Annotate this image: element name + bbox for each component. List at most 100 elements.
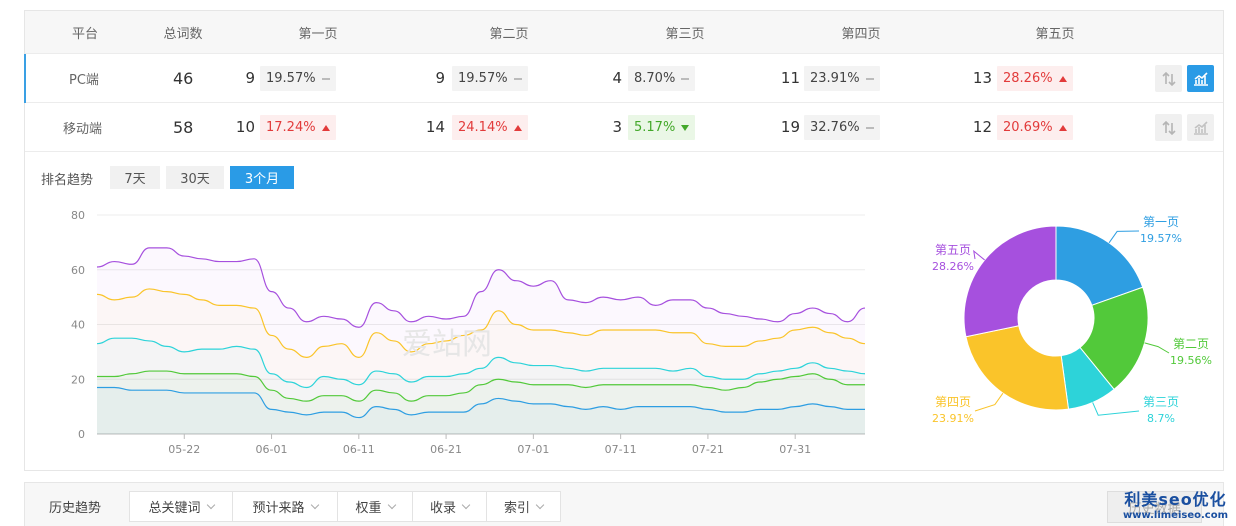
header-page2: 第二页 [489, 26, 529, 42]
chevron-down-icon [461, 500, 471, 509]
header-platform: 平台 [71, 26, 98, 42]
tab-label: 总关键词 [148, 501, 201, 516]
page2-pct-badge: 24.14% [452, 115, 528, 140]
slice-value-label: 23.91% [932, 412, 974, 425]
total-count: 46 [173, 68, 194, 88]
page2-count: 14 [425, 118, 445, 136]
x-tick-label: 07-01 [517, 443, 549, 456]
history-bar: 历史趋势 总关键词 预计来路 权重 收录 索引 历史数据 [24, 482, 1224, 526]
history-tab-total-keywords[interactable]: 总关键词 [129, 491, 233, 522]
page4-count: 19 [780, 118, 800, 136]
page1-pct-badge: 19.57% [260, 66, 336, 91]
page3-pct-badge: 5.17% [628, 115, 696, 140]
page4-pct-badge: 32.76% [804, 115, 880, 140]
page3-pct: 5.17% [634, 120, 676, 135]
slice-name-label: 第三页 [1143, 395, 1179, 409]
slice-value-label: 28.26% [932, 260, 974, 273]
history-title: 历史趋势 [49, 501, 102, 516]
chevron-down-icon [206, 500, 215, 509]
donut-slice-3 [965, 325, 1070, 411]
sort-toggle-button[interactable] [1155, 114, 1182, 141]
x-tick-label: 05-22 [168, 443, 200, 456]
header-page1: 第一页 [298, 26, 338, 42]
page5-count: 12 [972, 118, 992, 136]
slice-name-label: 第一页 [1143, 215, 1179, 229]
sort-arrows-icon [1161, 120, 1176, 135]
page4-pct: 23.91% [810, 71, 860, 86]
y-tick-label: 80 [71, 209, 85, 222]
x-tick-label: 06-01 [256, 443, 288, 456]
page3-pct: 8.70% [634, 71, 676, 86]
y-tick-label: 0 [78, 428, 85, 441]
page1-count: 10 [235, 118, 255, 136]
label-leader-line [1144, 342, 1170, 354]
trend-chart-button[interactable] [1187, 114, 1214, 141]
flat-dash-icon [681, 77, 690, 80]
table-header-row: 平台 总词数 第一页 第二页 第三页 第四页 第五页 [25, 11, 1223, 54]
history-tab-index[interactable]: 索引 [486, 491, 561, 522]
trend-up-icon [513, 124, 522, 131]
tab-label: 预计来路 [252, 501, 305, 516]
slice-name-label: 第五页 [935, 243, 971, 257]
flat-dash-icon [865, 126, 874, 129]
flat-dash-icon [513, 77, 522, 80]
slice-value-label: 19.56% [1170, 354, 1212, 367]
page1-pct-badge: 17.24% [260, 115, 336, 140]
platform-label: 移动端 [63, 121, 103, 137]
trend-chart-button[interactable] [1187, 65, 1214, 92]
label-leader-line [974, 392, 1004, 412]
rank-trend-line-chart: 0 20 40 60 80 05-22 06-01 06-11 06-21 07-01 07-11 0… [71, 209, 866, 456]
sort-toggle-button[interactable] [1155, 65, 1182, 92]
page2-pct: 24.14% [458, 120, 508, 135]
y-tick-label: 40 [71, 319, 85, 332]
page5-pct-badge: 20.69% [997, 115, 1073, 140]
page5-pct: 20.69% [1003, 120, 1053, 135]
page3-count: 3 [612, 118, 622, 136]
page5-count: 13 [972, 69, 992, 87]
range-tab-7d[interactable]: 7天 [110, 166, 160, 189]
page-distribution-donut-chart: 第一页 19.57% 第二页 19.56% 第三页 8.7% 第四页 23.91% 第五页 28.… [932, 215, 1212, 425]
history-tab-traffic[interactable]: 预计来路 [232, 491, 338, 522]
page2-count: 9 [435, 69, 445, 87]
label-leader-line [1108, 230, 1140, 244]
total-count: 58 [173, 117, 194, 137]
range-tab-3m[interactable]: 3个月 [230, 166, 294, 189]
line-chart-icon [1193, 120, 1208, 135]
page1-pct: 17.24% [266, 120, 316, 135]
header-page3: 第三页 [665, 26, 705, 42]
x-tick-label: 06-11 [343, 443, 375, 456]
label-leader-line [973, 249, 985, 261]
page4-pct: 32.76% [810, 120, 860, 135]
page2-pct: 19.57% [458, 71, 508, 86]
trend-up-icon [321, 124, 330, 131]
trend-down-icon [681, 124, 690, 131]
x-tick-label: 07-21 [692, 443, 724, 456]
slice-name-label: 第四页 [935, 395, 971, 409]
page1-count: 9 [245, 69, 255, 87]
y-tick-label: 20 [71, 373, 85, 386]
chevron-down-icon [310, 500, 319, 509]
slice-name-label: 第二页 [1173, 337, 1209, 351]
history-tab-indexed[interactable]: 收录 [412, 491, 487, 522]
page4-pct-badge: 23.91% [804, 66, 880, 91]
slice-value-label: 19.57% [1140, 232, 1182, 245]
watermark: 爱站网 [402, 327, 492, 362]
history-tab-weight[interactable]: 权重 [337, 491, 413, 522]
page2-pct-badge: 19.57% [452, 66, 528, 91]
range-tab-30d[interactable]: 30天 [166, 166, 224, 189]
platform-label: PC端 [69, 72, 99, 88]
flat-dash-icon [321, 77, 330, 80]
line-chart-icon [1193, 71, 1208, 86]
trend-up-icon [1058, 75, 1067, 82]
header-total: 总词数 [163, 26, 203, 42]
brand-name: 利美seo优化 [1124, 490, 1227, 509]
page1-pct: 19.57% [266, 71, 316, 86]
table-row-pc: PC端 46 9 19.57% 9 19.57% 4 8.70% 11 23.9… [24, 54, 1223, 103]
sort-arrows-icon [1161, 71, 1176, 86]
slice-value-label: 8.7% [1147, 412, 1175, 425]
ranking-panel: 平台 总词数 第一页 第二页 第三页 第四页 第五页 PC端 46 9 19.5… [24, 10, 1224, 471]
trend-label: 排名趋势 [41, 173, 94, 188]
chevron-down-icon [387, 500, 396, 509]
page3-count: 4 [612, 69, 622, 87]
page4-count: 11 [780, 69, 800, 87]
